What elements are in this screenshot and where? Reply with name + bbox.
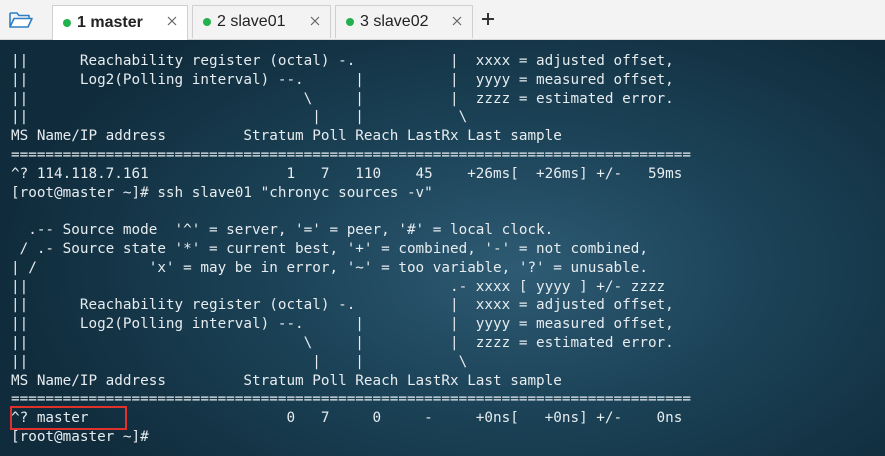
terminal-line: || \ | | zzzz = estimated error. bbox=[11, 334, 674, 351]
terminal-line: || Log2(Polling interval) --. | | yyyy =… bbox=[11, 71, 674, 88]
close-tab-icon[interactable] bbox=[308, 14, 322, 28]
terminal-line: [root@master ~]# bbox=[11, 428, 149, 445]
terminal-output[interactable]: || Reachability register (octal) -. | xx… bbox=[0, 40, 885, 456]
highlight-annotation-box bbox=[10, 406, 127, 430]
folder-open-icon bbox=[9, 12, 33, 28]
terminal-line: | / 'x' = may be in error, '~' = too var… bbox=[11, 259, 648, 276]
open-session-button[interactable] bbox=[6, 7, 36, 33]
terminal-line: || | | \ bbox=[11, 109, 468, 126]
tab-slave02[interactable]: 3 slave02 bbox=[335, 5, 473, 38]
tab-bar: 1 master 2 slave01 3 slave02 bbox=[0, 0, 885, 40]
close-tab-icon[interactable] bbox=[165, 14, 179, 28]
tab-label: 3 slave02 bbox=[360, 13, 429, 30]
terminal-line: ========================================… bbox=[11, 146, 691, 163]
terminal-line: MS Name/IP address Stratum Poll Reach La… bbox=[11, 128, 562, 145]
terminal-lines: || Reachability register (octal) -. | xx… bbox=[11, 52, 691, 447]
terminal-line: || | | \ bbox=[11, 353, 468, 370]
connection-status-dot bbox=[346, 18, 354, 26]
add-tab-button[interactable] bbox=[478, 9, 498, 29]
tab-master[interactable]: 1 master bbox=[52, 5, 188, 40]
terminal-line: || Reachability register (octal) -. | xx… bbox=[11, 53, 674, 69]
tab-slave01[interactable]: 2 slave01 bbox=[192, 5, 331, 38]
close-tab-icon[interactable] bbox=[450, 14, 464, 28]
terminal-line: MS Name/IP address Stratum Poll Reach La… bbox=[11, 372, 562, 389]
tab-label: 2 slave01 bbox=[217, 13, 286, 30]
terminal-line: / .- Source state '*' = current best, '+… bbox=[11, 240, 648, 257]
terminal-line: || \ | | zzzz = estimated error. bbox=[11, 90, 674, 107]
terminal-line: || Reachability register (octal) -. | xx… bbox=[11, 297, 674, 314]
connection-status-dot bbox=[203, 18, 211, 26]
connection-status-dot bbox=[63, 19, 71, 27]
terminal-line: ^? 114.118.7.161 1 7 110 45 +26ms[ +26ms… bbox=[11, 165, 683, 182]
terminal-app-window: 1 master 2 slave01 3 slave02 || Reachabi… bbox=[0, 0, 885, 456]
terminal-line: [root@master ~]# ssh slave01 "chronyc so… bbox=[11, 184, 433, 201]
terminal-line: || .- xxxx [ yyyy ] +/- zzzz bbox=[11, 278, 666, 295]
terminal-line: .-- Source mode '^' = server, '=' = peer… bbox=[11, 222, 554, 239]
tab-label: 1 master bbox=[77, 14, 143, 31]
plus-icon bbox=[482, 13, 494, 25]
terminal-line: || Log2(Polling interval) --. | | yyyy =… bbox=[11, 316, 674, 333]
